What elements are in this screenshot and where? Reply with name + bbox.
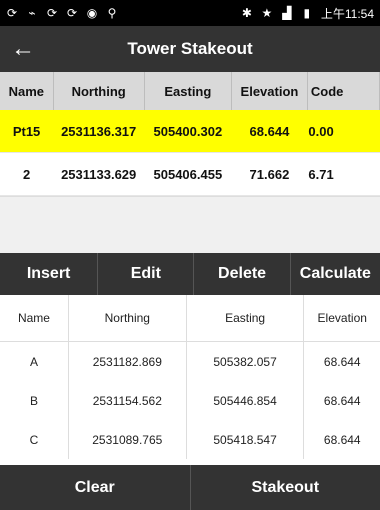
arrow-left-icon: ←: [11, 35, 35, 62]
edit-button[interactable]: Edit: [98, 253, 195, 295]
column-northing[interactable]: Northing: [68, 295, 187, 342]
cell-easting: 505446.854: [186, 381, 305, 420]
calculated-points-table: Name Northing Easting Elevation A 253118…: [0, 295, 380, 459]
action-bar: Insert Edit Delete Calculate: [0, 253, 380, 295]
cell-elevation: 71.662: [231, 152, 308, 196]
star-icon: ★: [261, 6, 273, 20]
stakeout-button[interactable]: Stakeout: [191, 465, 380, 510]
empty-list-area: [0, 196, 380, 253]
cell-elevation: 68.644: [231, 110, 308, 153]
cell-name: B: [0, 381, 69, 420]
location-icon: ◉: [86, 6, 98, 20]
column-elevation[interactable]: Elevation: [231, 72, 308, 110]
cell-northing: 2531182.869: [68, 341, 187, 381]
clear-button[interactable]: Clear: [0, 465, 191, 510]
page-title: Tower Stakeout: [127, 39, 253, 58]
tower-points-table: Name Northing Easting Elevation Code Pt1…: [0, 72, 380, 196]
table-row[interactable]: 2 2531133.629 505406.455 71.662 6.71: [0, 152, 380, 196]
column-code[interactable]: Code: [307, 72, 380, 110]
bottom-bar: Clear Stakeout: [0, 465, 380, 510]
column-name[interactable]: Name: [0, 295, 69, 342]
battery-icon: ▮: [303, 6, 311, 20]
cell-northing: 2531154.562: [68, 381, 187, 420]
app-bar: ← Tower Stakeout: [0, 26, 380, 72]
cell-name: Pt15: [0, 110, 54, 153]
back-button[interactable]: ←: [0, 26, 46, 72]
signal-icon: ▟: [282, 6, 292, 20]
column-elevation[interactable]: Elevation: [303, 295, 380, 342]
column-easting[interactable]: Easting: [144, 72, 232, 110]
pin-icon: ⚲: [107, 6, 117, 20]
cell-easting: 505418.547: [186, 420, 305, 459]
cell-northing: 2531136.317: [53, 110, 145, 153]
calculate-button[interactable]: Calculate: [291, 253, 380, 295]
cell-name: A: [0, 341, 69, 381]
cell-name: 2: [0, 152, 54, 196]
sync-icon: ⟳: [6, 6, 18, 20]
cell-easting: 505400.302: [144, 110, 232, 153]
column-northing[interactable]: Northing: [53, 72, 145, 110]
column-easting[interactable]: Easting: [186, 295, 305, 342]
cell-easting: 505406.455: [144, 152, 232, 196]
cell-elevation: 68.644: [323, 432, 361, 447]
cell-name: C: [0, 420, 69, 459]
status-time: 上午11:54: [320, 6, 374, 21]
table-row-selected[interactable]: Pt15 2531136.317 505400.302 68.644 0.00: [0, 110, 380, 153]
cell-northing: 2531133.629: [53, 152, 145, 196]
table-row[interactable]: C 2531089.765 505418.547 68.644: [0, 420, 380, 459]
cell-code: 0.00: [307, 110, 380, 153]
cell-easting: 505382.057: [186, 341, 305, 381]
insert-button[interactable]: Insert: [0, 253, 99, 295]
status-left-icons: ⟳ ⌁ ⟳ ⟳ ◉ ⚲: [6, 7, 118, 19]
sync-icon: ⟳: [66, 6, 78, 20]
cell-elevation: 68.644: [323, 354, 361, 369]
table-row[interactable]: B 2531154.562 505446.854 68.644: [0, 381, 380, 420]
column-name[interactable]: Name: [0, 72, 54, 110]
status-right-icons: ✱ ★ ▟ ▮ 上午11:54: [241, 5, 374, 22]
cell-elevation: 68.644: [323, 393, 361, 408]
cell-code: 6.71: [307, 152, 380, 196]
cell-northing: 2531089.765: [68, 420, 187, 459]
table-row[interactable]: A 2531182.869 505382.057 68.644: [0, 341, 380, 381]
bluetooth-icon: ✱: [241, 6, 252, 20]
table-header-row: Name Northing Easting Elevation Code: [0, 72, 380, 110]
wifi-icon: ⌁: [28, 6, 36, 20]
delete-button[interactable]: Delete: [194, 253, 291, 295]
table-header-row: Name Northing Easting Elevation: [0, 295, 380, 342]
status-bar: ⟳ ⌁ ⟳ ⟳ ◉ ⚲ ✱ ★ ▟ ▮ 上午11:54: [0, 0, 380, 26]
sync-icon: ⟳: [46, 6, 58, 20]
